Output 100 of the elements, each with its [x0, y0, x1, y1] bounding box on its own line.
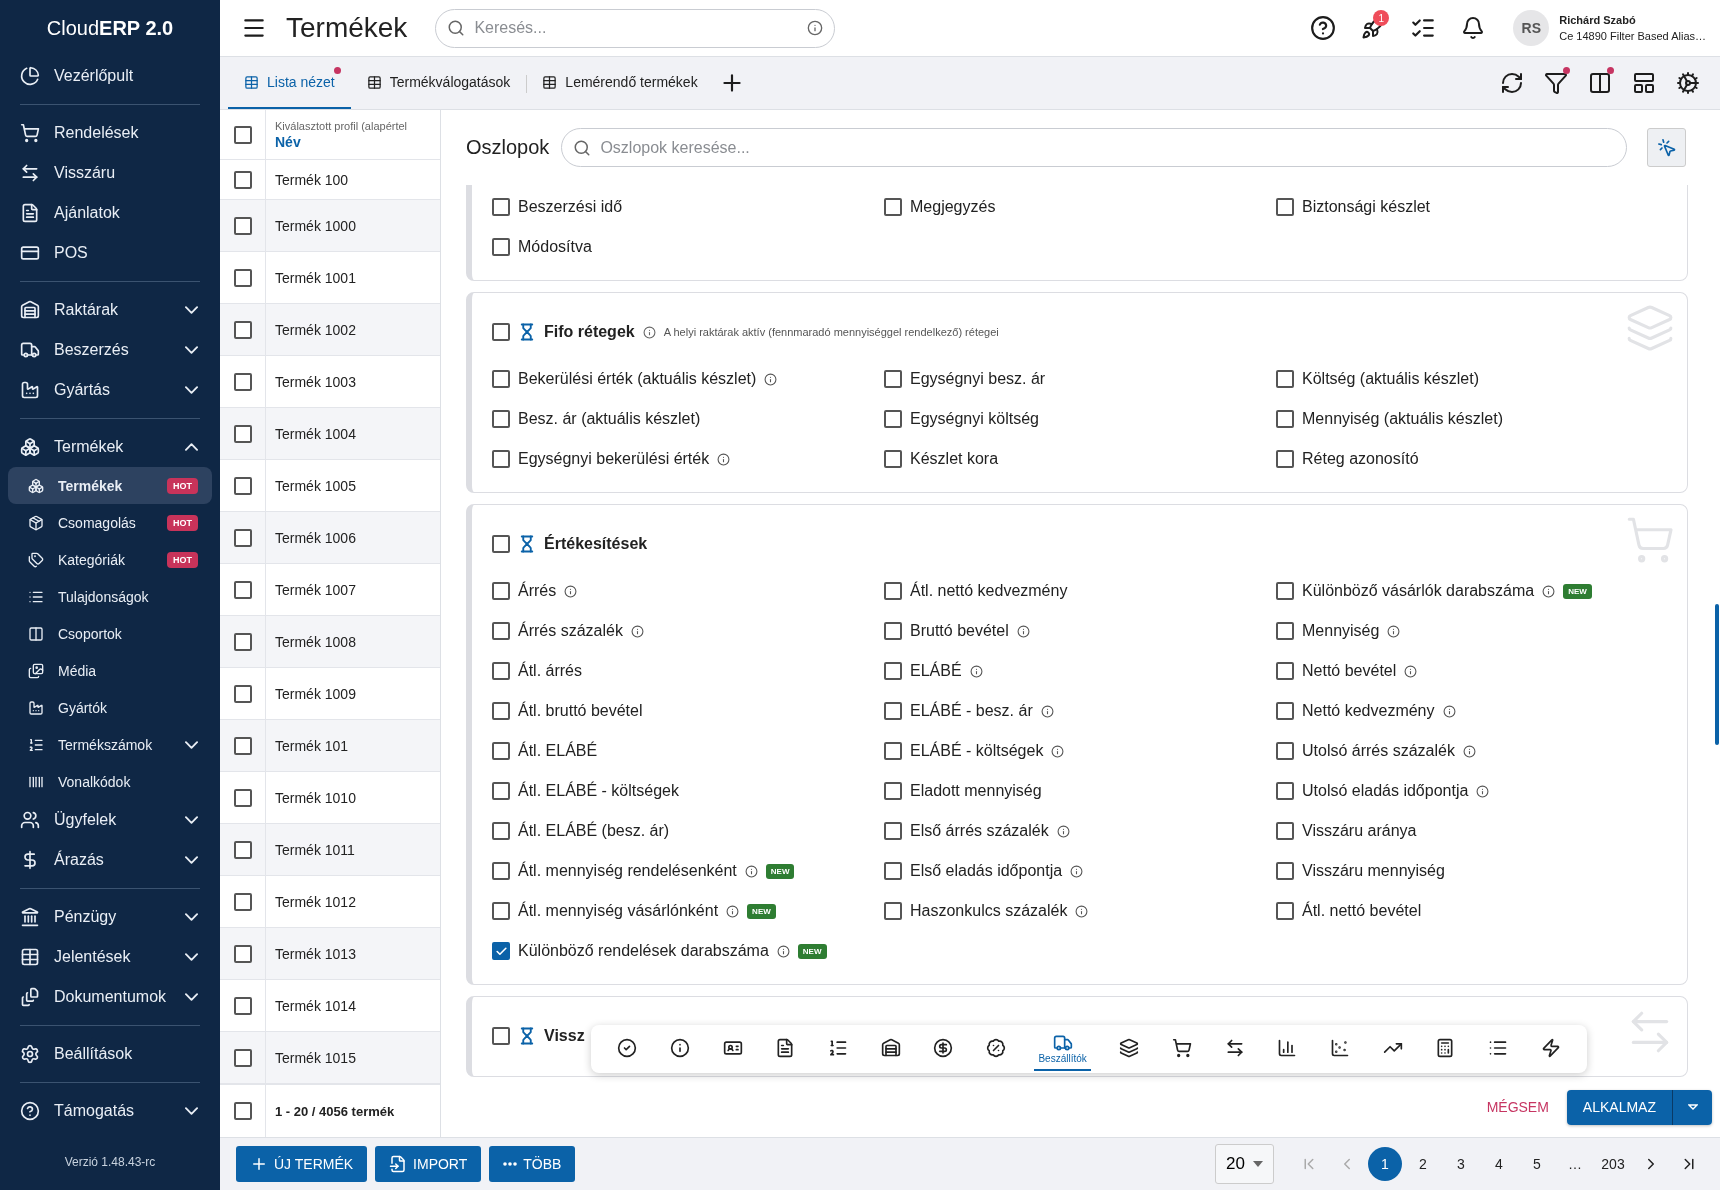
checkbox[interactable]: [1276, 662, 1294, 680]
apply-menu-button[interactable]: [1672, 1089, 1712, 1125]
sidebar-item[interactable]: POS: [8, 233, 212, 273]
checkbox[interactable]: [492, 238, 510, 256]
footer-button[interactable]: TÖBB: [489, 1146, 576, 1182]
row-checkbox[interactable]: [233, 1048, 252, 1067]
row-checkbox[interactable]: [233, 788, 252, 807]
sidebar-item[interactable]: Jelentések: [8, 937, 212, 977]
sidebar-item[interactable]: Dokumentumok: [8, 977, 212, 1017]
checkbox[interactable]: [1276, 198, 1294, 216]
row-checkbox[interactable]: [233, 372, 252, 391]
sidebar-item[interactable]: Ajánlatok: [8, 193, 212, 233]
row-checkbox[interactable]: [233, 216, 252, 235]
view-tab[interactable]: Termékválogatások: [350, 57, 527, 109]
refresh-icon[interactable]: [1500, 71, 1524, 95]
layout-icon[interactable]: [1632, 71, 1656, 95]
checkbox[interactable]: [492, 622, 510, 640]
select-all-checkbox[interactable]: [233, 125, 252, 144]
row-checkbox[interactable]: [233, 736, 252, 755]
checkbox[interactable]: [1276, 622, 1294, 640]
row-checkbox[interactable]: [233, 424, 252, 443]
page-button[interactable]: 2: [1406, 1147, 1440, 1181]
sidebar-subitem[interactable]: Vonalkódok: [8, 763, 212, 800]
checkbox[interactable]: [884, 198, 902, 216]
sidebar-subitem[interactable]: Média: [8, 652, 212, 689]
row-checkbox[interactable]: [233, 476, 252, 495]
checkbox[interactable]: [1276, 370, 1294, 388]
apply-button[interactable]: ALKALMAZ: [1566, 1089, 1672, 1125]
checkbox[interactable]: [884, 370, 902, 388]
page-button[interactable]: …: [1558, 1147, 1592, 1181]
checkbox[interactable]: [492, 198, 510, 216]
column-header[interactable]: Név: [275, 133, 408, 150]
sidebar-item[interactable]: Vezérlőpult: [8, 56, 212, 96]
checkbox[interactable]: [884, 902, 902, 920]
checkbox[interactable]: [884, 662, 902, 680]
checkbox[interactable]: [492, 902, 510, 920]
row-checkbox[interactable]: [233, 580, 252, 599]
checkbox[interactable]: [492, 410, 510, 428]
columns-icon[interactable]: [1588, 71, 1612, 95]
checkbox[interactable]: [884, 822, 902, 840]
checkbox[interactable]: [492, 662, 510, 680]
checkbox[interactable]: [1276, 450, 1294, 468]
checkbox[interactable]: [492, 702, 510, 720]
checkbox[interactable]: [884, 702, 902, 720]
sidebar-item[interactable]: Raktárak: [8, 290, 212, 330]
sidebar-item[interactable]: Árazás: [8, 840, 212, 880]
checkbox[interactable]: [1276, 782, 1294, 800]
checkbox[interactable]: [492, 582, 510, 600]
sidebar-item[interactable]: Beszerzés: [8, 330, 212, 370]
checkbox[interactable]: [492, 942, 510, 960]
sidebar-item[interactable]: Támogatás: [8, 1091, 212, 1131]
sidebar-subitem[interactable]: Termékek HOT: [8, 467, 212, 504]
sidebar-item[interactable]: Beállítások: [8, 1034, 212, 1074]
checkbox[interactable]: [1276, 902, 1294, 920]
page-size-select[interactable]: 20: [1215, 1144, 1274, 1184]
checkbox[interactable]: [884, 742, 902, 760]
row-checkbox[interactable]: [233, 632, 252, 651]
checkbox[interactable]: [884, 622, 902, 640]
checkbox[interactable]: [884, 410, 902, 428]
page-button[interactable]: 203: [1596, 1147, 1630, 1181]
row-checkbox[interactable]: [233, 268, 252, 287]
sidebar-item[interactable]: Pénzügy: [8, 897, 212, 937]
footer-button[interactable]: ÚJ TERMÉK: [236, 1146, 368, 1182]
checkbox[interactable]: [1276, 862, 1294, 880]
sidebar-item[interactable]: Gyártás: [8, 370, 212, 410]
column-search-field[interactable]: Oszlopok keresése...: [561, 128, 1627, 167]
checkbox[interactable]: [492, 862, 510, 880]
row-checkbox[interactable]: [233, 320, 252, 339]
checkbox[interactable]: [492, 822, 510, 840]
sidebar-subitem[interactable]: Kategóriák HOT: [8, 541, 212, 578]
checkbox[interactable]: [492, 742, 510, 760]
row-checkbox[interactable]: [233, 996, 252, 1015]
checkbox[interactable]: [884, 450, 902, 468]
row-checkbox[interactable]: [233, 840, 252, 859]
checkbox[interactable]: [492, 782, 510, 800]
filter-icon[interactable]: [1544, 71, 1568, 95]
checkbox[interactable]: [492, 370, 510, 388]
checkbox[interactable]: [884, 782, 902, 800]
checkbox[interactable]: [233, 1102, 252, 1120]
checkbox[interactable]: [1276, 822, 1294, 840]
settings-icon[interactable]: [1676, 71, 1700, 95]
cancel-button[interactable]: MÉGSEM: [1478, 1091, 1557, 1123]
info-icon[interactable]: [807, 20, 824, 36]
row-checkbox[interactable]: [233, 944, 252, 963]
search-field[interactable]: Keresés...: [435, 8, 836, 48]
row-checkbox[interactable]: [233, 170, 252, 189]
sidebar-item[interactable]: Termékek: [8, 427, 212, 467]
group-checkbox[interactable]: [492, 323, 510, 341]
sidebar-subitem[interactable]: Csoportok: [8, 615, 212, 652]
sidebar-item[interactable]: Ügyfelek: [8, 800, 212, 840]
checkbox[interactable]: [1276, 582, 1294, 600]
filter-select-button[interactable]: [1647, 128, 1686, 167]
sidebar-subitem[interactable]: Tulajdonságok: [8, 578, 212, 615]
page-button[interactable]: 5: [1520, 1147, 1554, 1181]
group-checkbox[interactable]: [492, 535, 510, 553]
group-checkbox[interactable]: [492, 1027, 510, 1045]
user-avatar[interactable]: RS: [1513, 10, 1550, 46]
sidebar-subitem[interactable]: Termékszámok: [8, 726, 212, 763]
brand-logo[interactable]: CloudERP 2.0: [8, 0, 212, 56]
checkbox[interactable]: [884, 862, 902, 880]
